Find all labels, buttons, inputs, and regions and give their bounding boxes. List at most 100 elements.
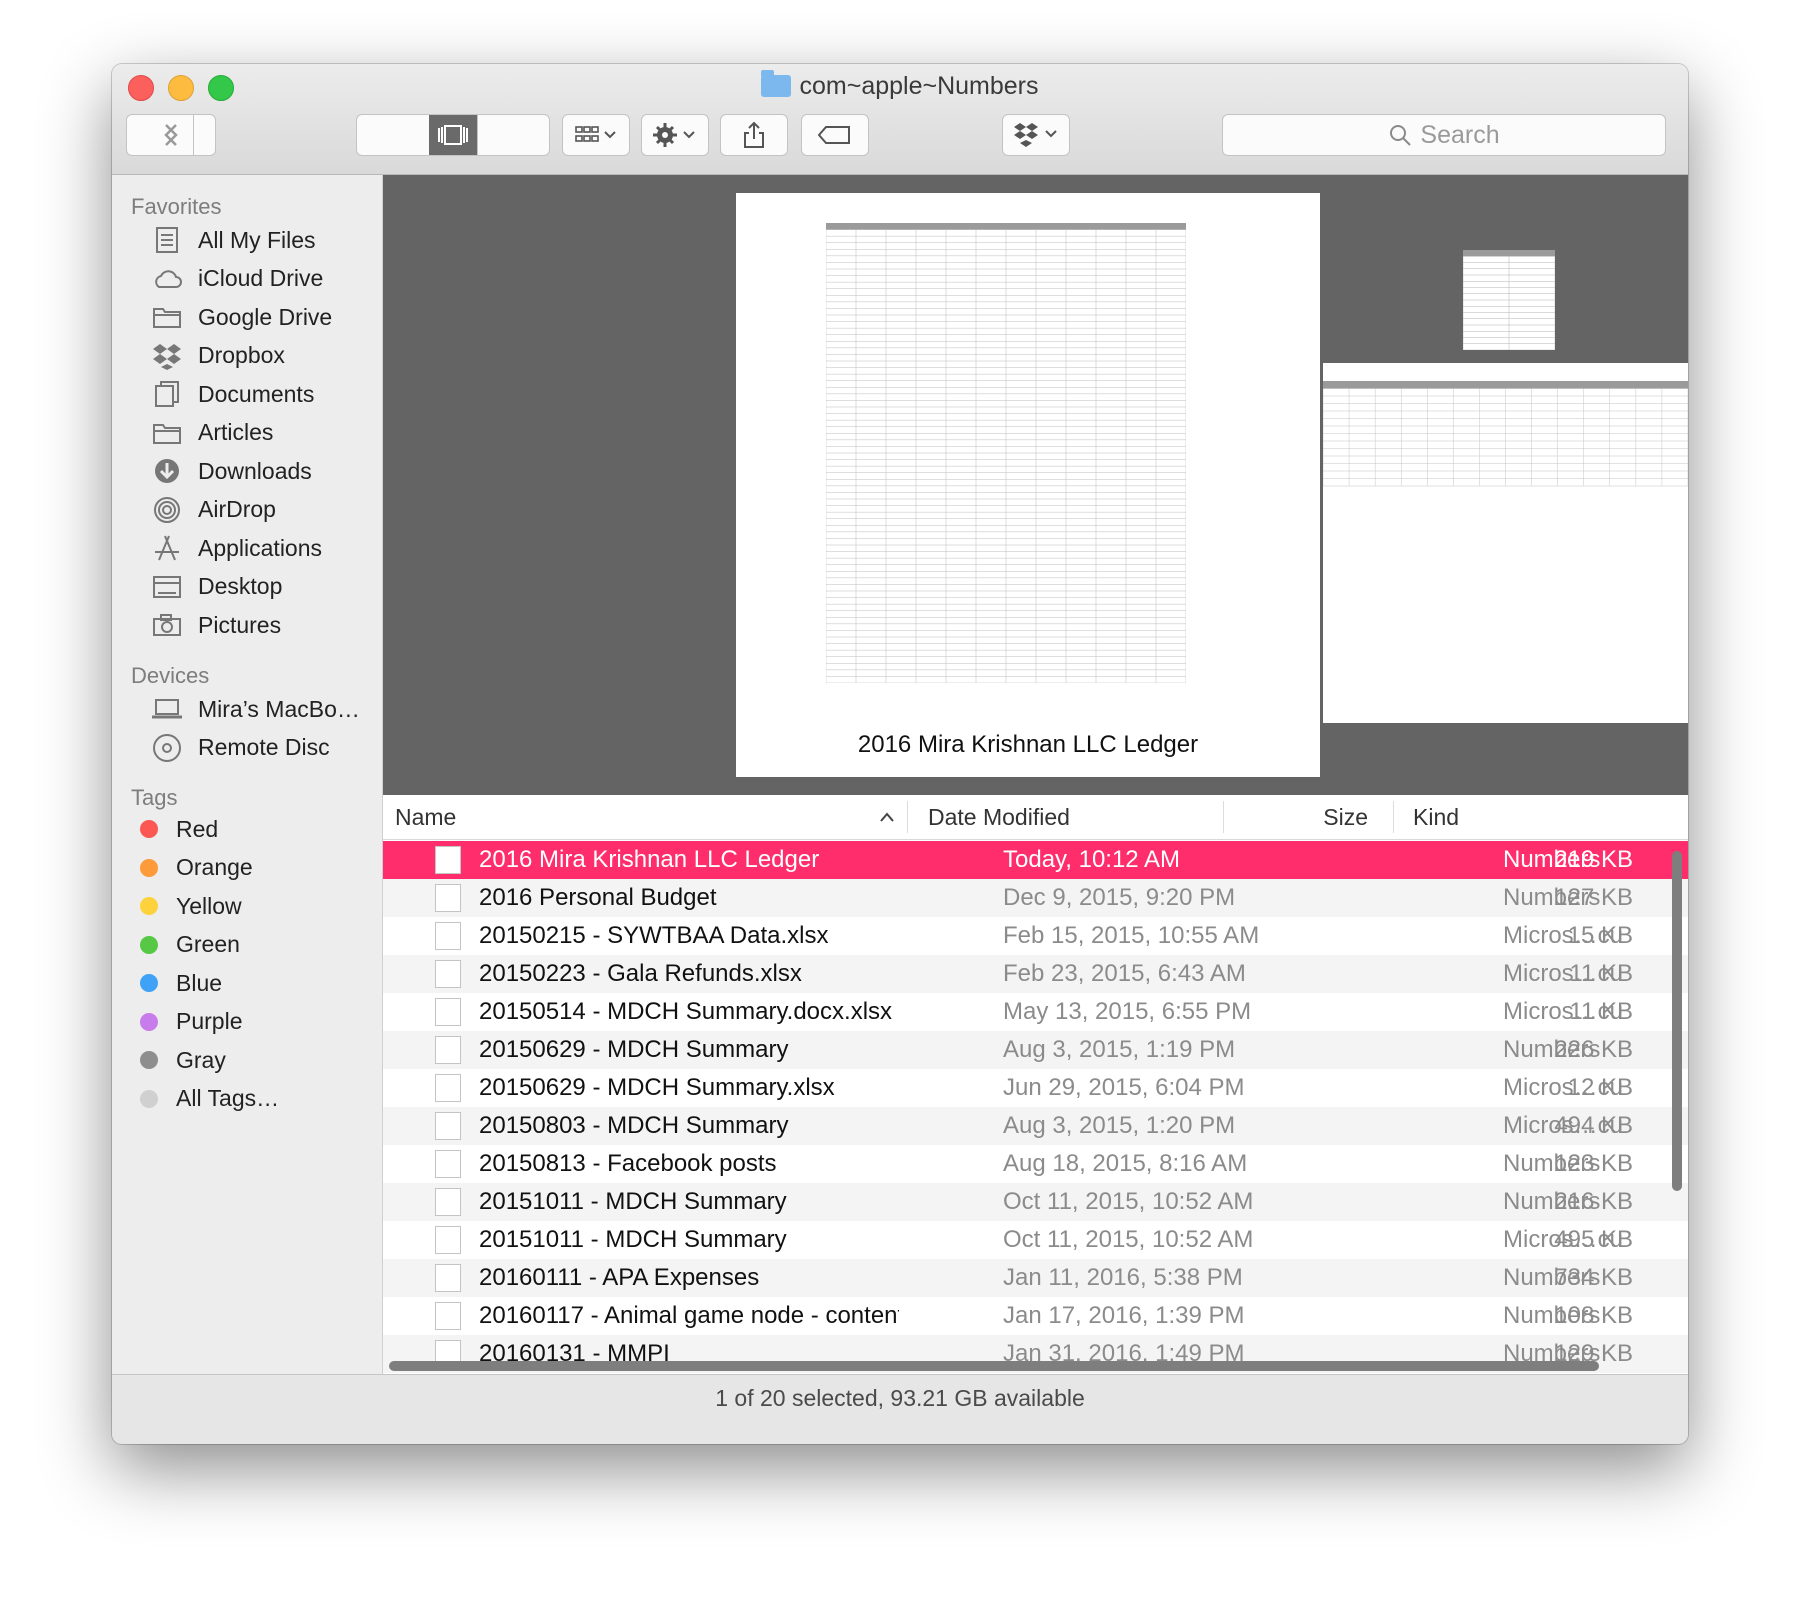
tag-color-dot [140, 935, 158, 954]
sidebar-item-label: Downloads [198, 457, 312, 484]
file-kind: Micros…cu [1503, 922, 1624, 949]
sidebar-item-label: Dropbox [198, 342, 285, 368]
tag-color-dot [140, 858, 158, 877]
folder-icon [150, 418, 184, 448]
tag-yellow[interactable]: Yellow [134, 886, 242, 926]
action-button[interactable] [641, 114, 709, 156]
sidebar-item-documents[interactable]: Documents [150, 374, 314, 414]
sidebar-item-articles[interactable]: Articles [150, 413, 273, 453]
sidebar-item-label: Remote Disc [198, 734, 330, 760]
file-row[interactable]: 20150223 - Gala Refunds.xlsx Feb 23, 2015… [383, 955, 1688, 993]
sidebar-item-all-my-files[interactable]: All My Files [150, 220, 316, 260]
file-row[interactable]: 20151011 - MDCH Summary Oct 11, 2015, 10:… [383, 1221, 1688, 1259]
tag-all-tags[interactable]: All Tags… [134, 1079, 279, 1119]
file-name: 20150215 - SYWTBAA Data.xlsx [479, 922, 829, 949]
preview-caption: 2016 Mira Krishnan LLC Ledger [857, 731, 1199, 758]
sidebar-item-dropbox[interactable]: Dropbox [150, 336, 285, 376]
file-row[interactable]: 20150629 - MDCH Summary.xlsx Jun 29, 2015… [383, 1069, 1688, 1107]
file-row[interactable]: 20150215 - SYWTBAA Data.xlsx Feb 15, 2015… [383, 917, 1688, 955]
coverflow-view-button[interactable] [429, 115, 477, 155]
desktop-icon [150, 572, 184, 602]
column-header-size[interactable]: Size [1263, 795, 1368, 839]
forward-button[interactable] [149, 115, 193, 155]
vertical-scrollbar[interactable] [1672, 851, 1682, 1191]
file-row[interactable]: 20160111 - APA Expenses Jan 11, 2016, 5:3… [383, 1259, 1688, 1297]
edit-tags-button[interactable] [801, 114, 869, 156]
file-icon [435, 922, 461, 950]
sidebar-item-mira-s-macbo[interactable]: Mira’s MacBo… [150, 689, 360, 729]
sidebar-item-applications[interactable]: Applications [150, 528, 322, 568]
column-header-name[interactable]: Name [395, 795, 456, 839]
file-icon [435, 846, 461, 874]
file-row[interactable]: 20150803 - MDCH Summary Aug 3, 2015, 1:20… [383, 1107, 1688, 1145]
tag-purple[interactable]: Purple [134, 1002, 242, 1042]
file-name: 2016 Personal Budget [479, 884, 717, 911]
file-kind: Numbers [1503, 884, 1601, 911]
coverflow-preview: 2016 Mira Krishnan LLC Ledger [383, 175, 1688, 795]
tag-label: Gray [176, 1046, 226, 1073]
sidebar-item-label: Pictures [198, 611, 282, 638]
file-icon [435, 1188, 461, 1216]
sidebar-item-label: iCloud Drive [198, 265, 324, 291]
dropbox-button[interactable] [1002, 114, 1070, 156]
spreadsheet-thumbnail-next [1323, 381, 1688, 487]
view-switcher [356, 114, 550, 156]
sidebar-item-pictures[interactable]: Pictures [150, 605, 281, 645]
tag-label: Purple [176, 1008, 243, 1034]
preview-next-document[interactable] [1323, 363, 1688, 723]
tag-label: Blue [176, 969, 223, 996]
spreadsheet-thumbnail [826, 223, 1186, 683]
sidebar-item-downloads[interactable]: Downloads [150, 451, 312, 491]
file-row[interactable]: 2016 Mira Krishnan LLC Ledger Today, 10:1… [383, 841, 1688, 879]
share-button[interactable] [720, 114, 788, 156]
sidebar-item-airdrop[interactable]: AirDrop [150, 490, 276, 530]
tag-blue[interactable]: Blue [134, 963, 222, 1003]
tag-color-dot [140, 1012, 158, 1031]
file-row[interactable]: 20160117 - Animal game node - content Jan… [383, 1297, 1688, 1335]
sidebar-item-label: Applications [198, 534, 323, 561]
gear-icon [653, 123, 695, 147]
titlebar: com~apple~Numbers Search [112, 64, 1688, 175]
file-row[interactable]: 20150629 - MDCH Summary Aug 3, 2015, 1:19… [383, 1031, 1688, 1069]
tag-label: Red [176, 815, 219, 842]
search-icon [1390, 125, 1412, 146]
file-name: 20160117 - Animal game node - content [479, 1302, 899, 1329]
tag-green[interactable]: Green [134, 925, 240, 965]
file-icon [435, 1036, 461, 1064]
sidebar-item-desktop[interactable]: Desktop [150, 567, 282, 607]
airdrop-icon [150, 495, 184, 525]
sidebar-item-google-drive[interactable]: Google Drive [150, 297, 332, 337]
preview-side-document[interactable] [1462, 249, 1556, 351]
file-row[interactable]: 20150813 - Facebook posts Aug 18, 2015, 8… [383, 1145, 1688, 1183]
column-header-kind[interactable]: Kind [1413, 795, 1459, 839]
file-icon [435, 884, 461, 912]
tag-orange[interactable]: Orange [134, 848, 253, 888]
folder-icon [761, 70, 792, 97]
column-header-date[interactable]: Date Modified [928, 795, 1070, 839]
tag-label: Green [176, 931, 240, 957]
search-field[interactable]: Search [1222, 114, 1666, 156]
sort-ascending-icon [880, 812, 894, 822]
sidebar-item-remote-disc[interactable]: Remote Disc [150, 728, 330, 768]
file-kind: Micros…cu [1503, 1074, 1624, 1101]
sidebar-item-label: All My Files [198, 226, 316, 253]
file-row[interactable]: 20151011 - MDCH Summary Oct 11, 2015, 10:… [383, 1183, 1688, 1221]
arrange-button[interactable] [562, 114, 630, 156]
window-title: com~apple~Numbers [112, 70, 1688, 101]
camera-icon [150, 610, 184, 640]
laptop-icon [150, 694, 184, 724]
file-row[interactable]: 20150514 - MDCH Summary.docx.xlsx May 13,… [383, 993, 1688, 1031]
file-row[interactable]: 2016 Personal Budget Dec 9, 2015, 9:20 PM… [383, 879, 1688, 917]
sidebar-item-icloud-drive[interactable]: iCloud Drive [150, 259, 323, 299]
preview-document[interactable]: 2016 Mira Krishnan LLC Ledger [736, 193, 1320, 777]
folder-icon [150, 302, 184, 332]
tag-red[interactable]: Red [134, 809, 218, 849]
tag-icon [818, 126, 850, 144]
horizontal-scrollbar[interactable] [389, 1361, 1599, 1371]
file-icon [435, 1074, 461, 1102]
tag-gray[interactable]: Gray [134, 1040, 226, 1080]
file-name: 20150629 - MDCH Summary.xlsx [479, 1074, 835, 1101]
arrange-grid-icon [575, 126, 616, 142]
sidebar-item-label: Articles [198, 419, 274, 445]
status-bar: 1 of 20 selected, 93.21 GB available [112, 1374, 1688, 1444]
